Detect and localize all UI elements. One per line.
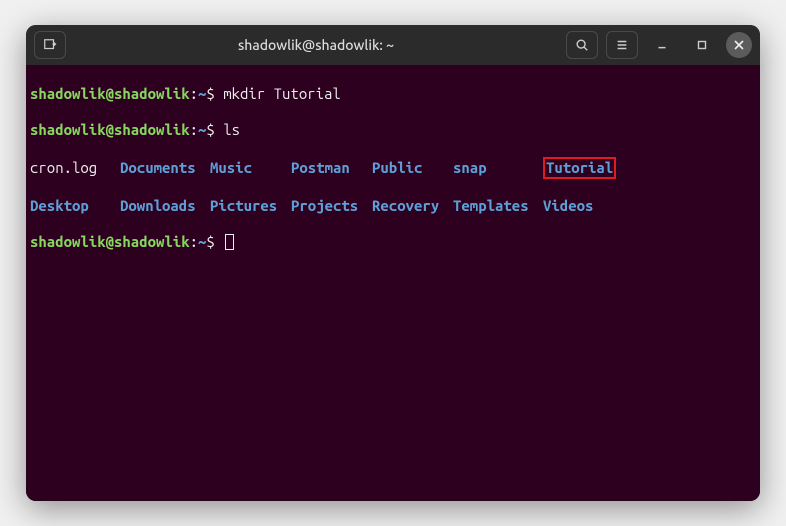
- ls-entry: Public: [372, 159, 453, 177]
- maximize-icon: [695, 38, 709, 52]
- search-button[interactable]: [566, 31, 598, 59]
- minimize-icon: [655, 38, 669, 52]
- ls-row-1: cron.logDocumentsMusicPostmanPublicsnapT…: [30, 157, 756, 179]
- ls-entry: Recovery: [372, 197, 453, 215]
- command-2: ls: [223, 121, 240, 138]
- cursor: [225, 234, 234, 250]
- prompt-colon: :: [190, 121, 198, 138]
- close-button[interactable]: [726, 32, 752, 58]
- titlebar-right: [566, 31, 752, 59]
- terminal-window: shadowlik@shadowlik: ~ shadowlik@shadowl…: [26, 25, 760, 501]
- ls-entry: snap: [453, 159, 543, 177]
- prompt-symbol: $: [206, 85, 214, 102]
- prompt-line-1: shadowlik@shadowlik:~$ mkdir Tutorial: [30, 85, 756, 103]
- ls-entry: Music: [210, 159, 291, 177]
- new-tab-icon: [43, 38, 57, 52]
- prompt-line-2: shadowlik@shadowlik:~$ ls: [30, 121, 756, 139]
- ls-entry: Postman: [291, 159, 372, 177]
- ls-entry: Pictures: [210, 197, 291, 215]
- prompt-user: shadowlik@shadowlik: [30, 85, 190, 102]
- prompt-colon: :: [190, 85, 198, 102]
- minimize-button[interactable]: [646, 31, 678, 59]
- window-title: shadowlik@shadowlik: ~: [74, 37, 558, 53]
- terminal-body[interactable]: shadowlik@shadowlik:~$ mkdir Tutorial sh…: [26, 65, 760, 501]
- ls-entry: Templates: [453, 197, 543, 215]
- new-tab-button[interactable]: [34, 31, 66, 59]
- hamburger-icon: [615, 38, 629, 52]
- command-1: mkdir Tutorial: [223, 85, 341, 102]
- prompt-colon: :: [190, 233, 198, 250]
- titlebar: shadowlik@shadowlik: ~: [26, 25, 760, 65]
- search-icon: [575, 38, 589, 52]
- ls-row-2: DesktopDownloadsPicturesProjectsRecovery…: [30, 197, 756, 215]
- ls-entry: Downloads: [120, 197, 210, 215]
- ls-entry: Desktop: [30, 197, 120, 215]
- ls-entry-highlighted: Tutorial: [543, 157, 616, 179]
- prompt-user: shadowlik@shadowlik: [30, 233, 190, 250]
- maximize-button[interactable]: [686, 31, 718, 59]
- menu-button[interactable]: [606, 31, 638, 59]
- ls-entry: Projects: [291, 197, 372, 215]
- ls-entry: Documents: [120, 159, 210, 177]
- close-icon: [734, 40, 744, 50]
- prompt-line-3: shadowlik@shadowlik:~$: [30, 233, 756, 251]
- titlebar-left: [34, 31, 66, 59]
- ls-entry: cron.log: [30, 159, 120, 177]
- ls-entry: Videos: [543, 197, 593, 215]
- prompt-symbol: $: [206, 233, 214, 250]
- prompt-symbol: $: [206, 121, 214, 138]
- prompt-user: shadowlik@shadowlik: [30, 121, 190, 138]
